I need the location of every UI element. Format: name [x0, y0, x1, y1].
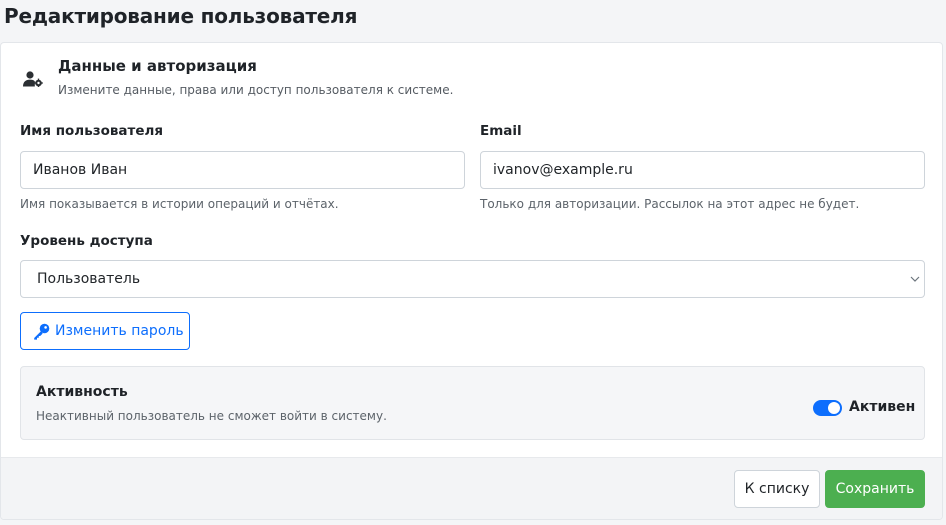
active-toggle-label[interactable]: Активен — [849, 399, 915, 415]
username-label: Имя пользователя — [20, 123, 164, 139]
username-input[interactable] — [20, 151, 465, 189]
active-toggle[interactable] — [813, 400, 842, 416]
save-button[interactable]: Сохранить — [825, 470, 925, 508]
access-level-value: Пользователь — [37, 271, 141, 287]
user-edit-card: Данные и авторизация Измените данные, пр… — [0, 42, 943, 520]
key-icon — [34, 323, 50, 340]
activity-title: Активность — [36, 384, 128, 400]
email-label: Email — [480, 123, 522, 139]
card-footer: К списку Сохранить — [1, 457, 942, 519]
email-help: Только для авторизации. Рассылок на этот… — [480, 197, 860, 211]
email-input[interactable] — [480, 151, 925, 189]
access-level-label: Уровень доступа — [20, 233, 153, 249]
username-help: Имя показывается в истории операций и от… — [20, 197, 339, 211]
access-level-select[interactable]: Пользователь — [20, 260, 925, 298]
toggle-knob — [828, 402, 840, 414]
section-subtitle: Измените данные, права или доступ пользо… — [58, 83, 454, 97]
change-password-button[interactable]: Изменить пароль — [20, 312, 190, 350]
back-to-list-button[interactable]: К списку — [734, 470, 820, 508]
user-gear-icon — [23, 71, 43, 87]
change-password-label: Изменить пароль — [55, 323, 184, 339]
activity-panel: Активность Неактивный пользователь не см… — [20, 366, 925, 440]
section-title: Данные и авторизация — [58, 57, 257, 75]
page-title: Редактирование пользователя — [4, 4, 358, 28]
chevron-down-icon — [910, 276, 920, 282]
activity-description: Неактивный пользователь не сможет войти … — [36, 409, 387, 423]
section-header: Данные и авторизация Измените данные, пр… — [19, 57, 919, 103]
